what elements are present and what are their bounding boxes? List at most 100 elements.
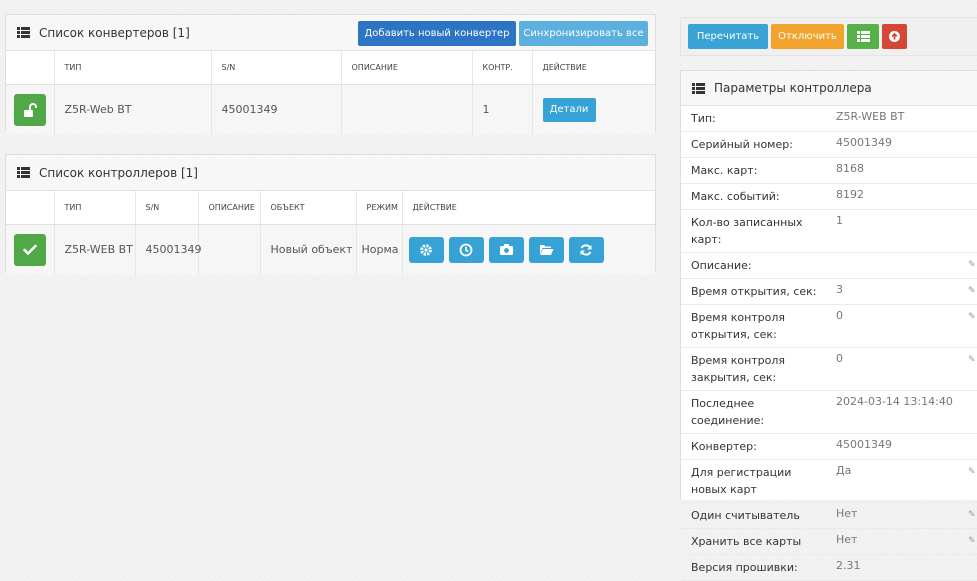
param-row[interactable]: Время открытия, сек: 3 ✎ [681, 279, 977, 305]
column-sn: S/N [135, 191, 199, 225]
table-row: Z5R-Web BT 45001349 1 Детали [6, 84, 655, 135]
controllers-table: ТИП S/N ОПИСАНИЕ ОБЪЕКТ РЕЖИМ ДЕЙСТВИЕ Z… [6, 191, 655, 275]
reread-button[interactable]: Перечитать [688, 24, 768, 49]
column-object: ОБЪЕКТ [260, 191, 357, 225]
column-type: ТИП [54, 191, 136, 225]
unlock-icon[interactable] [14, 93, 46, 126]
controllers-header: Список контроллеров [1] [6, 155, 655, 191]
folder-icon[interactable] [528, 236, 564, 263]
param-row[interactable]: Время контроля открытия, сек: 0 ✎ [681, 305, 977, 348]
converters-panel: Список конвертеров [1] Добавить новый ко… [5, 14, 656, 135]
controller-object: Новый объект [260, 224, 357, 275]
column-action: ДЕЙСТВИЕ [532, 51, 655, 85]
param-key: Версия прошивки: [691, 561, 798, 574]
param-row[interactable]: Описание: ✎ [681, 253, 977, 279]
controller-params-panel: Параметры контроллера Тип: Z5R-WEB BT Сери… [680, 70, 977, 581]
converter-description [341, 84, 473, 135]
converter-sn: 45001349 [211, 84, 342, 135]
column-description: ОПИСАНИЕ [198, 191, 261, 225]
param-key: Время открытия, сек: [691, 285, 817, 298]
param-row: Последнее соединение: 2024-03-14 13:14:40 [681, 391, 977, 434]
param-key: Кол-во записанных карт: [691, 216, 803, 246]
details-button[interactable]: Детали [542, 97, 596, 122]
converters-table: ТИП S/N ОПИСАНИЕ КОНТР. ДЕЙСТВИЕ Z5R-Web [6, 51, 655, 135]
param-value: 1 [836, 214, 843, 227]
param-key: Время контроля закрытия, сек: [691, 354, 786, 384]
gear-icon[interactable] [408, 236, 444, 263]
param-value[interactable]: Нет [826, 529, 968, 546]
param-key: Хранить все карты [691, 535, 802, 548]
list-view-button[interactable] [847, 24, 879, 49]
edit-icon[interactable]: ✎ [968, 348, 977, 365]
add-converter-button[interactable]: Добавить новый конвертер [358, 21, 516, 46]
edit-icon[interactable]: ✎ [968, 460, 977, 477]
controllers-panel: Список контроллеров [1] ТИП S/N ОПИСАНИЕ… [5, 154, 656, 275]
edit-icon[interactable]: ✎ [968, 529, 977, 546]
param-row[interactable]: Время контроля закрытия, сек: 0 ✎ [681, 348, 977, 391]
controller-description [198, 224, 261, 275]
param-key: Конвертер: [691, 440, 757, 453]
converter-type: Z5R-Web BT [54, 84, 212, 135]
param-row: Версия прошивки: 2.31 [681, 555, 977, 581]
column-status [6, 51, 55, 85]
controllers-header-row: ТИП S/N ОПИСАНИЕ ОБЪЕКТ РЕЖИМ ДЕЙСТВИЕ [6, 191, 655, 225]
param-row: Тип: Z5R-WEB BT [681, 106, 977, 132]
param-row[interactable]: Для регистрации новых карт Да ✎ [681, 460, 977, 503]
param-row: Макс. событий: 8192 [681, 184, 977, 210]
param-row[interactable]: Один считыватель Нет ✎ [681, 503, 977, 529]
param-key: Один считыватель [691, 509, 800, 522]
column-status [6, 191, 55, 225]
check-icon[interactable] [14, 233, 46, 266]
controllers-title: Список контроллеров [1] [39, 165, 198, 180]
edit-icon[interactable]: ✎ [968, 503, 977, 520]
controller-mode: Норма [356, 224, 403, 275]
controller-sn: 45001349 [135, 224, 202, 275]
param-value[interactable] [826, 253, 968, 257]
controller-actions [402, 224, 655, 275]
refresh-icon[interactable] [568, 236, 604, 263]
param-value[interactable]: 3 [826, 279, 968, 296]
param-value[interactable]: Нет [826, 503, 968, 520]
param-row: Кол-во записанных карт: 1 [681, 210, 977, 253]
param-value[interactable]: 0 [826, 348, 968, 365]
edit-icon[interactable]: ✎ [968, 279, 977, 296]
sync-all-button[interactable]: Синхронизировать все [519, 21, 648, 46]
list-icon [692, 83, 705, 94]
params-title: Параметры контроллера [714, 81, 872, 95]
converter-controllers: 1 [472, 84, 533, 135]
param-key: Для регистрации новых карт [691, 466, 792, 496]
converters-header: Список конвертеров [1] Добавить новый ко… [6, 15, 655, 51]
param-key: Тип: [691, 112, 716, 125]
clock-icon[interactable] [448, 236, 484, 263]
param-key: Время контроля открытия, сек: [691, 311, 786, 341]
camera-icon[interactable] [488, 236, 524, 263]
param-value[interactable]: 0 [826, 305, 968, 322]
converters-header-row: ТИП S/N ОПИСАНИЕ КОНТР. ДЕЙСТВИЕ [6, 51, 655, 85]
edit-icon[interactable]: ✎ [968, 253, 977, 270]
param-value: Z5R-WEB BT [836, 110, 905, 123]
controller-toolbar: Перечитать Отключить [680, 17, 977, 56]
list-icon [17, 27, 30, 38]
disable-button[interactable]: Отключить [771, 24, 844, 49]
list-icon [17, 167, 30, 178]
param-row[interactable]: Хранить все карты Нет ✎ [681, 529, 977, 555]
param-value: 8192 [836, 188, 864, 201]
list-icon [857, 31, 870, 42]
param-value: 8168 [836, 162, 864, 175]
param-key: Макс. событий: [691, 190, 780, 203]
param-value: 45001349 [836, 438, 892, 451]
param-value[interactable]: Да [826, 460, 968, 477]
status-cell [6, 84, 55, 135]
param-key: Серийный номер: [691, 138, 793, 151]
param-row: Серийный номер: 45001349 [681, 132, 977, 158]
param-value: 45001349 [836, 136, 892, 149]
param-row: Макс. карт: 8168 [681, 158, 977, 184]
edit-icon[interactable]: ✎ [968, 305, 977, 322]
column-sn: S/N [211, 51, 342, 85]
param-key: Описание: [691, 259, 752, 272]
column-controllers: КОНТР. [472, 51, 533, 85]
converters-title: Список конвертеров [1] [39, 25, 190, 40]
param-key: Макс. карт: [691, 164, 758, 177]
column-description: ОПИСАНИЕ [341, 51, 473, 85]
power-button[interactable] [882, 24, 907, 49]
